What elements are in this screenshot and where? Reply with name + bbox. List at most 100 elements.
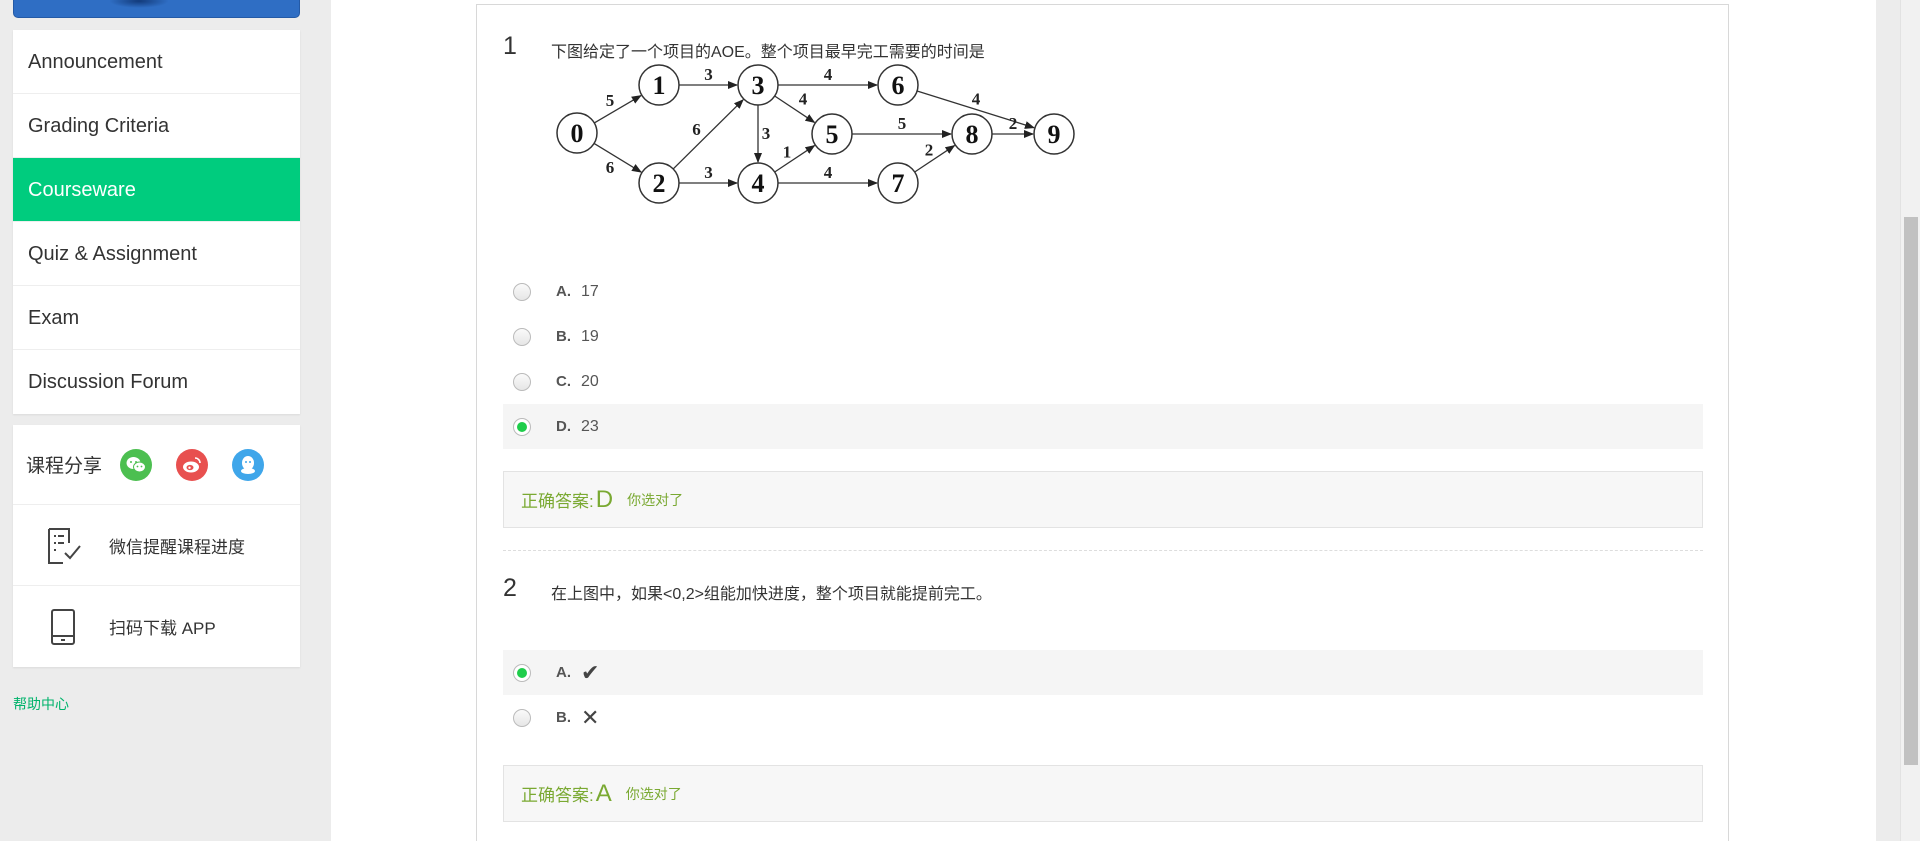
correct-answer-label: 正确答案: <box>521 492 594 511</box>
svg-text:5: 5 <box>826 120 839 149</box>
nav-item-grading-criteria[interactable]: Grading Criteria <box>13 94 300 158</box>
edge-weight-3-4: 3 <box>762 124 771 143</box>
edge-2-3 <box>672 99 744 170</box>
course-banner-image[interactable] <box>13 0 300 18</box>
nav-item-quiz-assignment[interactable]: Quiz & Assignment <box>13 222 300 286</box>
edge-weight-1-3: 3 <box>704 65 713 84</box>
question-number: 2 <box>503 574 517 602</box>
wechat-icon <box>126 456 147 472</box>
option-c[interactable]: C. 20 <box>503 359 1703 404</box>
radio-option-false[interactable] <box>513 708 531 727</box>
download-app-qr[interactable]: 扫码下载 APP <box>13 586 300 667</box>
radio-option-c[interactable] <box>513 372 531 391</box>
check-icon: ✔ <box>581 659 600 685</box>
option-letter: B. <box>556 328 571 345</box>
nav-item-announcement[interactable]: Announcement <box>13 30 300 94</box>
svg-text:6: 6 <box>892 71 905 100</box>
question-text: 下图给定了一个项目的AOE。整个项目最早完工需要的时间是 <box>551 44 985 61</box>
radio-option-true[interactable] <box>513 663 531 682</box>
radio-option-a[interactable] <box>513 282 531 301</box>
question-divider <box>503 550 1703 551</box>
option-a[interactable]: A. 17 <box>503 269 1703 314</box>
edge-weight-0-1: 5 <box>606 91 615 110</box>
node-3: 3 <box>737 64 779 106</box>
main-content: 1 下图给定了一个项目的AOE。整个项目最早完工需要的时间是 563633441… <box>331 0 1876 841</box>
radio-option-b[interactable] <box>513 327 531 346</box>
edge-weight-4-5: 1 <box>783 143 792 162</box>
option-letter: A. <box>556 283 571 300</box>
node-9: 9 <box>1033 113 1075 155</box>
radio-option-d[interactable] <box>513 417 531 436</box>
correct-answer-value: D <box>595 485 614 513</box>
node-6: 6 <box>877 64 919 106</box>
edge-weight-5-8: 5 <box>898 114 907 133</box>
help-center-link[interactable]: 帮助中心 <box>13 694 300 714</box>
option-letter: B. <box>556 709 571 726</box>
option-text: 17 <box>581 282 599 300</box>
svg-text:1: 1 <box>653 71 666 100</box>
edge-weight-7-8: 2 <box>925 141 934 160</box>
weibo-share-button[interactable] <box>176 448 209 481</box>
question-number: 1 <box>503 32 517 60</box>
option-text: 19 <box>581 327 599 345</box>
course-nav: Announcement Grading Criteria Courseware… <box>13 30 300 414</box>
edge-4-5 <box>774 145 816 173</box>
node-5: 5 <box>811 113 853 155</box>
wechat-share-button[interactable] <box>120 448 153 481</box>
option-d[interactable]: D. 23 <box>503 404 1703 449</box>
question-text: 在上图中，如果<0,2>组能加快进度，整个项目就能提前完工。 <box>551 586 992 603</box>
nav-item-exam[interactable]: Exam <box>13 286 300 350</box>
nav-item-discussion-forum[interactable]: Discussion Forum <box>13 350 300 414</box>
node-7: 7 <box>877 162 919 204</box>
svg-text:7: 7 <box>892 169 905 198</box>
edge-weight-3-5: 4 <box>799 90 808 109</box>
option-false[interactable]: B. ✕ <box>503 695 1703 740</box>
option-letter: D. <box>556 418 571 435</box>
node-0: 0 <box>556 112 598 154</box>
node-4: 4 <box>737 162 779 204</box>
option-text: 20 <box>581 372 599 390</box>
qq-share-button[interactable] <box>232 448 265 481</box>
edge-weight-3-6: 4 <box>824 65 833 84</box>
cross-icon: ✕ <box>581 704 600 730</box>
correct-answer-box: 正确答案: D 你选对了 <box>503 471 1703 528</box>
option-true[interactable]: A. ✔ <box>503 650 1703 695</box>
scrollbar-thumb[interactable] <box>1904 217 1918 765</box>
option-text: 23 <box>581 417 599 435</box>
qq-icon <box>241 455 256 474</box>
svg-text:8: 8 <box>966 120 979 149</box>
nav-item-courseware[interactable]: Courseware <box>13 158 300 222</box>
edge-weight-4-7: 4 <box>824 163 833 182</box>
svg-text:9: 9 <box>1048 120 1061 149</box>
option-letter: C. <box>556 373 571 390</box>
svg-text:4: 4 <box>752 169 765 198</box>
svg-text:0: 0 <box>571 119 584 148</box>
edge-7-8 <box>914 145 956 173</box>
page-scrollbar[interactable] <box>1900 0 1920 841</box>
aoe-network-diagram: 56363344145422 012345678 9 <box>556 64 1075 204</box>
option-b[interactable]: B. 19 <box>503 314 1703 359</box>
svg-text:3: 3 <box>752 71 765 100</box>
edge-weight-2-3: 6 <box>692 120 701 139</box>
edge-0-2 <box>593 142 642 173</box>
answer-feedback: 你选对了 <box>625 785 682 802</box>
weibo-icon <box>183 456 201 472</box>
wechat-progress-reminder[interactable]: 微信提醒课程进度 <box>13 505 300 586</box>
edge-weight-8-9: 2 <box>1009 114 1018 133</box>
edge-weight-2-4: 3 <box>704 163 713 182</box>
edge-weight-6-9: 4 <box>972 90 981 109</box>
correct-answer-value: A <box>595 779 612 807</box>
answer-feedback: 你选对了 <box>627 491 684 508</box>
wechat-reminder-label: 微信提醒课程进度 <box>109 537 245 557</box>
node-1: 1 <box>638 64 680 106</box>
sidebar: Announcement Grading Criteria Courseware… <box>13 0 300 714</box>
course-share-row: 课程分享 <box>13 425 300 505</box>
edge-0-1 <box>593 95 642 124</box>
quiz-card: 1 下图给定了一个项目的AOE。整个项目最早完工需要的时间是 563633441… <box>476 4 1729 841</box>
checklist-icon <box>43 525 83 565</box>
share-panel: 课程分享 微信提醒课程进度 扫码下载 APP <box>13 425 300 667</box>
edge-3-5 <box>774 95 816 123</box>
download-app-label: 扫码下载 APP <box>109 619 216 638</box>
edge-weight-0-2: 6 <box>606 158 615 177</box>
course-share-label: 课程分享 <box>26 456 103 477</box>
